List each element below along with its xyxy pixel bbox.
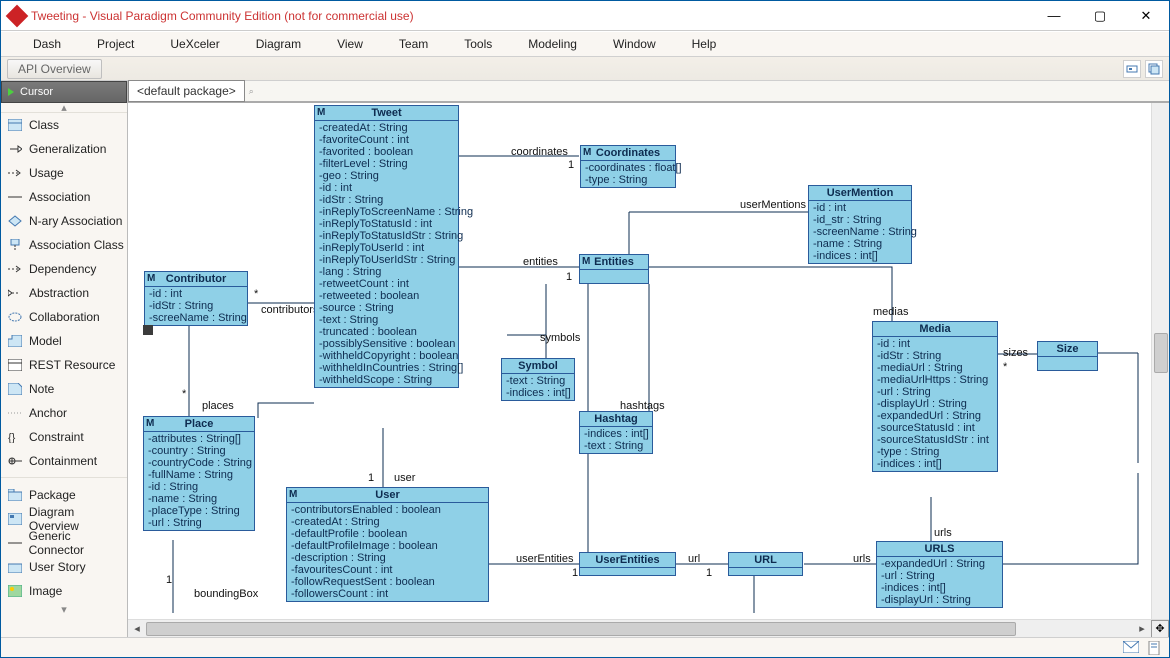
class-tweet[interactable]: MTweet -createdAt : String-favoriteCount… xyxy=(314,105,459,388)
menu-project[interactable]: Project xyxy=(79,33,152,55)
note-status-icon[interactable] xyxy=(1147,641,1163,655)
h-scroll-thumb[interactable] xyxy=(146,622,1016,636)
containment-icon xyxy=(7,454,23,468)
tool-cursor[interactable]: Cursor xyxy=(1,81,127,103)
app-window: Tweeting - Visual Paradigm Community Edi… xyxy=(0,0,1170,658)
layers-icon[interactable] xyxy=(1145,60,1163,78)
class-size[interactable]: Size xyxy=(1037,341,1098,371)
class-media[interactable]: Media -id : int-idStr : String-mediaUrl … xyxy=(872,321,998,472)
overview-icon[interactable] xyxy=(1123,60,1141,78)
app-icon xyxy=(6,4,29,27)
window-title: Tweeting - Visual Paradigm Community Edi… xyxy=(31,9,414,23)
tool-package[interactable]: Package xyxy=(1,483,127,507)
abstraction-icon xyxy=(7,286,23,300)
close-button[interactable]: ✕ xyxy=(1123,1,1169,30)
toolbar: API Overview xyxy=(1,57,1169,81)
minimize-button[interactable]: — xyxy=(1031,1,1077,30)
mail-icon[interactable] xyxy=(1123,641,1139,655)
constraint-icon: {} xyxy=(7,430,23,444)
palette-collapse-down[interactable]: ▾ xyxy=(1,603,127,615)
class-urls[interactable]: URLS -expandedUrl : String-url : String-… xyxy=(876,541,1003,608)
tool-nary-association[interactable]: N-ary Association xyxy=(1,209,127,233)
palette-collapse-up[interactable]: ▴ xyxy=(1,103,127,113)
class-usermention[interactable]: UserMention -id : int-id_str : String-sc… xyxy=(808,185,912,264)
menu-diagram[interactable]: Diagram xyxy=(238,33,319,55)
v-scroll-thumb[interactable] xyxy=(1154,333,1168,373)
diagram-area: <default package> ⌕ xyxy=(128,81,1169,637)
class-contributor[interactable]: MContributor -id : int-idStr : String-sc… xyxy=(144,271,248,326)
class-url[interactable]: URL xyxy=(728,552,803,576)
h-scroll-right[interactable]: ▸ xyxy=(1133,622,1151,635)
menu-team[interactable]: Team xyxy=(381,33,446,55)
diagram-overview-icon xyxy=(7,512,23,526)
class-user[interactable]: MUser -contributorsEnabled : boolean-cre… xyxy=(286,487,489,602)
svg-text:{}: {} xyxy=(8,432,16,443)
menu-view[interactable]: View xyxy=(319,33,381,55)
api-overview-tab[interactable]: API Overview xyxy=(7,59,102,79)
menu-uexceler[interactable]: UeXceler xyxy=(152,33,237,55)
titlebar: Tweeting - Visual Paradigm Community Edi… xyxy=(1,1,1169,31)
h-scroll-left[interactable]: ◂ xyxy=(128,622,146,635)
tool-anchor[interactable]: Anchor xyxy=(1,401,127,425)
note-icon xyxy=(143,325,153,335)
tool-image[interactable]: Image xyxy=(1,579,127,603)
tool-class[interactable]: Class xyxy=(1,113,127,137)
tool-generalization[interactable]: Generalization xyxy=(1,137,127,161)
tool-constraint[interactable]: {}Constraint xyxy=(1,425,127,449)
rest-icon xyxy=(7,358,23,372)
package-tab[interactable]: <default package> xyxy=(128,80,245,102)
menu-dash[interactable]: Dash xyxy=(15,33,79,55)
menu-help[interactable]: Help xyxy=(674,33,735,55)
label-coordinates: coordinates xyxy=(511,146,568,158)
class-symbol[interactable]: Symbol -text : String-indices : int[] xyxy=(501,358,575,401)
tool-rest-resource[interactable]: REST Resource xyxy=(1,353,127,377)
tool-generic-connector[interactable]: Generic Connector xyxy=(1,531,127,555)
nary-icon xyxy=(7,214,23,228)
class-userentities[interactable]: UserEntities xyxy=(579,552,676,576)
usage-icon xyxy=(7,166,23,180)
vertical-scrollbar[interactable] xyxy=(1151,103,1169,619)
class-hashtag[interactable]: Hashtag -indices : int[]-text : String xyxy=(579,411,653,454)
menu-modeling[interactable]: Modeling xyxy=(510,33,595,55)
model-icon xyxy=(7,334,23,348)
pan-icon[interactable]: ✥ xyxy=(1151,620,1169,638)
package-icon xyxy=(7,488,23,502)
class-coordinates[interactable]: MCoordinates -coordinates : float[]-type… xyxy=(580,145,676,188)
class-entities[interactable]: MEntities xyxy=(579,254,649,284)
dependency-icon xyxy=(7,262,23,276)
class-place[interactable]: MPlace -attributes : String[]-country : … xyxy=(143,416,255,531)
menu-bar: Dash Project UeXceler Diagram View Team … xyxy=(1,31,1169,57)
note-icon xyxy=(7,382,23,396)
tool-containment[interactable]: Containment xyxy=(1,449,127,473)
assoc-class-icon xyxy=(7,238,23,252)
status-bar xyxy=(1,637,1169,657)
tool-abstraction[interactable]: Abstraction xyxy=(1,281,127,305)
cursor-icon xyxy=(8,88,14,96)
generalization-icon xyxy=(7,142,23,156)
class-tweet-attrs: -createdAt : String-favoriteCount : int-… xyxy=(315,121,458,387)
anchor-icon xyxy=(7,406,23,420)
tool-association[interactable]: Association xyxy=(1,185,127,209)
association-icon xyxy=(7,190,23,204)
user-story-icon xyxy=(7,560,23,574)
tool-collaboration[interactable]: Collaboration xyxy=(1,305,127,329)
collaboration-icon xyxy=(7,310,23,324)
tool-usage[interactable]: Usage xyxy=(1,161,127,185)
image-icon xyxy=(7,584,23,598)
tool-association-class[interactable]: Association Class xyxy=(1,233,127,257)
tool-palette: Cursor ▴ Class Generalization Usage Asso… xyxy=(1,81,128,637)
menu-tools[interactable]: Tools xyxy=(446,33,510,55)
tool-user-story[interactable]: User Story xyxy=(1,555,127,579)
tool-dependency[interactable]: Dependency xyxy=(1,257,127,281)
menu-window[interactable]: Window xyxy=(595,33,674,55)
tool-model[interactable]: Model xyxy=(1,329,127,353)
generic-connector-icon xyxy=(7,536,23,550)
horizontal-scrollbar[interactable]: ◂ ▸ ✥ xyxy=(128,619,1169,637)
maximize-button[interactable]: ▢ xyxy=(1077,1,1123,30)
diagram-canvas[interactable]: coordinates 1 * contributors * places en… xyxy=(128,103,1151,619)
tool-diagram-overview[interactable]: Diagram Overview xyxy=(1,507,127,531)
search-icon[interactable]: ⌕ xyxy=(249,86,254,97)
class-icon xyxy=(7,118,23,132)
tool-note[interactable]: Note xyxy=(1,377,127,401)
